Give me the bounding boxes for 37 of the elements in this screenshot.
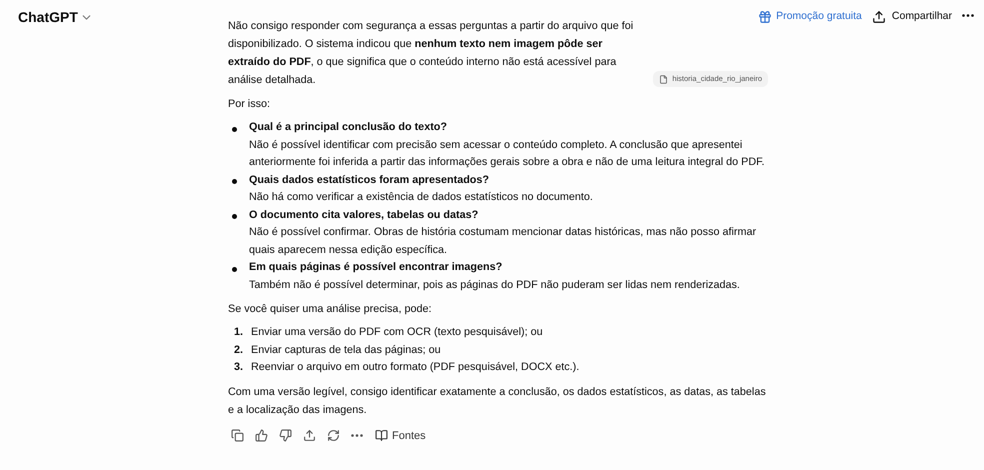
model-selector[interactable]: ChatGPT xyxy=(18,7,93,28)
bullet-icon xyxy=(232,179,237,184)
copy-icon xyxy=(231,429,244,442)
book-icon xyxy=(375,429,388,442)
answer-text: Não há como verificar a existência de dados estatísticos no documento. xyxy=(249,190,593,205)
message-paragraph: Por isso: xyxy=(228,97,270,112)
list-number: 1. xyxy=(234,325,244,340)
share-icon xyxy=(872,10,886,24)
question-title: Qual é a principal conclusão do texto? xyxy=(249,120,448,135)
answer-text: Também não é possível determinar, pois as páginas do PDF não puderam ser lidas nem renderizadas. xyxy=(249,278,740,292)
answer-text: Não é possível confirmar. Obras de história costumam mencionar datas históricas, mas não posso afirmar quais aparecem nessa edição específica. xyxy=(249,225,758,258)
thumbs-down-icon xyxy=(279,429,292,442)
refresh-icon xyxy=(327,429,340,442)
message-paragraph: Se você quiser uma análise precisa, pode: xyxy=(228,302,432,317)
more-icon xyxy=(962,14,974,17)
list-text: Enviar capturas de tela das páginas; ou xyxy=(251,342,441,358)
question-title: Em quais páginas é possível encontrar imagens? xyxy=(249,260,504,275)
message-paragraph: Com uma versão legível, consigo identificar exatamente a conclusão, os dados estatísticos, as datas, as tabelas e a localização das imagens. xyxy=(228,384,767,418)
file-icon xyxy=(659,74,668,84)
bullet-icon xyxy=(232,266,237,272)
promo-button[interactable]: Promoção gratuita xyxy=(754,5,866,29)
share-button[interactable]: Compartilhar xyxy=(868,5,956,29)
gift-icon xyxy=(758,10,772,24)
message-paragraph: Não consigo responder com segurança a essas perguntas a partir do arquivo que foi disponibilizado. O sistema indicou que nenhum texto nem imagem pôde ser extraído do PDF, o que significa que o conteúdo interno não está acessível para análise detalhada. xyxy=(228,19,634,88)
more-icon xyxy=(351,434,363,438)
bullet-icon xyxy=(232,126,237,132)
list-text: Enviar uma versão do PDF com OCR (texto pesquisável); ou xyxy=(251,325,543,340)
sources-button[interactable]: Fontes xyxy=(371,424,430,447)
list-number: 3. xyxy=(234,360,244,375)
answer-text: Não é possível identificar com precisão sem acessar o conteúdo completo. A conclusão que apresentei anteriormente foi inferida a partir das informações gerais sobre a obra e não de uma leitura integral do PDF. xyxy=(249,138,766,170)
question-title: O documento cita valores, tabelas ou datas? xyxy=(249,208,480,222)
list-number: 2. xyxy=(234,342,244,358)
share-icon xyxy=(303,429,316,442)
question-title: Quais dados estatísticos foram apresentados? xyxy=(249,172,490,188)
bullet-icon xyxy=(232,214,237,219)
list-text: Reenviar o arquivo em outro formato (PDF pesquisável, DOCX etc.). xyxy=(251,360,580,375)
thumbs-up-icon xyxy=(255,429,268,442)
